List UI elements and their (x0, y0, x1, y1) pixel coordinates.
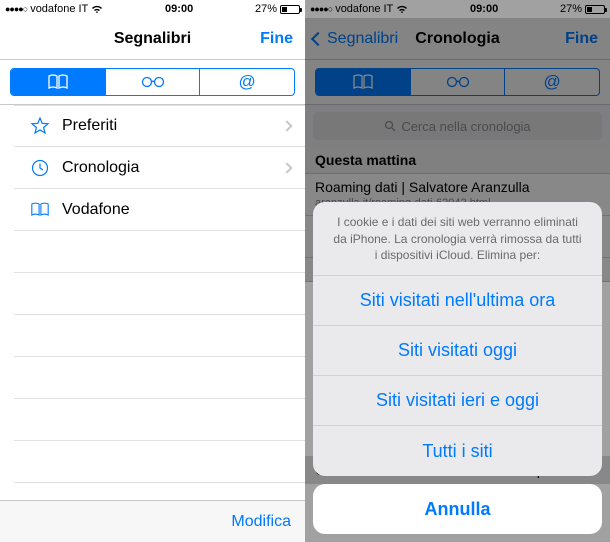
chevron-right-icon (281, 120, 292, 131)
book-icon (28, 202, 52, 217)
seg-bookmarks[interactable] (11, 69, 105, 95)
at-sign-icon: @ (239, 72, 256, 92)
row-label: Vodafone (62, 201, 291, 219)
segmented-control-wrap: @ (0, 60, 305, 105)
row-favorites[interactable]: Preferiti (14, 105, 305, 147)
cancel-button[interactable]: Annulla (313, 484, 602, 534)
action-sheet: I cookie e i dati dei siti web verranno … (313, 202, 602, 534)
bottom-toolbar: Modifica (0, 500, 305, 542)
star-icon (28, 117, 52, 135)
history-screen: ●●●●○ vodafone IT 09:00 27% Segnalibri C… (305, 0, 610, 542)
done-button[interactable]: Fine (260, 30, 293, 48)
glasses-icon (140, 75, 166, 89)
seg-shared-links[interactable]: @ (199, 69, 294, 95)
row-label: Cronologia (62, 159, 283, 177)
page-title: Segnalibri (114, 30, 191, 48)
action-sheet-group: I cookie e i dati dei siti web verranno … (313, 202, 602, 476)
row-vodafone[interactable]: Vodafone (14, 189, 305, 231)
clock-label: 09:00 (165, 3, 193, 15)
action-sheet-message: I cookie e i dati dei siti web verranno … (313, 202, 602, 276)
signal-dots-icon: ●●●●○ (5, 4, 27, 14)
book-open-icon (47, 74, 69, 90)
clear-today-yesterday-button[interactable]: Siti visitati ieri e oggi (313, 376, 602, 426)
battery-icon (280, 5, 300, 14)
wifi-icon (91, 5, 103, 14)
chevron-right-icon (281, 162, 292, 173)
clear-last-hour-button[interactable]: Siti visitati nell'ultima ora (313, 276, 602, 326)
edit-button[interactable]: Modifica (231, 513, 291, 531)
carrier-label: vodafone IT (30, 3, 88, 15)
row-label: Preferiti (62, 117, 283, 135)
clear-today-button[interactable]: Siti visitati oggi (313, 326, 602, 376)
clear-all-button[interactable]: Tutti i siti (313, 426, 602, 476)
empty-rows (0, 231, 305, 525)
bookmarks-list: Preferiti Cronologia Vodafone (0, 105, 305, 231)
clock-icon (28, 159, 52, 177)
row-history[interactable]: Cronologia (14, 147, 305, 189)
bookmarks-screen: ●●●●○ vodafone IT 09:00 27% Segnalibri F… (0, 0, 305, 542)
seg-reading-list[interactable] (105, 69, 200, 95)
status-bar: ●●●●○ vodafone IT 09:00 27% (0, 0, 305, 18)
battery-percent-label: 27% (255, 3, 277, 15)
nav-bar: Segnalibri Fine (0, 18, 305, 60)
segmented-control: @ (10, 68, 295, 96)
